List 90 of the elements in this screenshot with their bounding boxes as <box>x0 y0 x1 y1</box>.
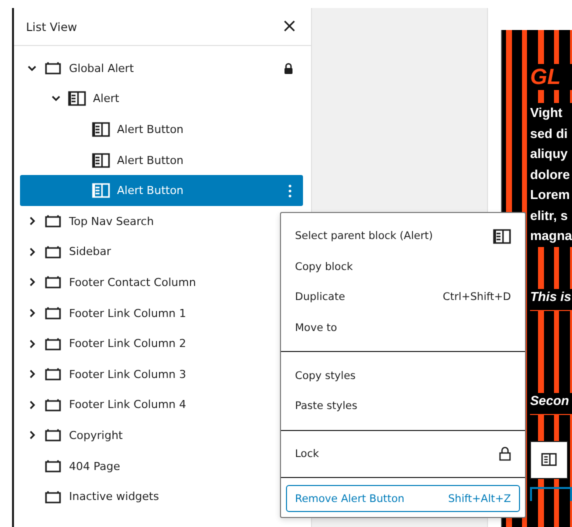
list-item[interactable]: Top Nav Search <box>20 206 162 237</box>
menu-item[interactable]: Paste styles <box>286 390 520 422</box>
menu-label: Lock <box>295 448 319 460</box>
more-options-icon[interactable] <box>288 184 292 198</box>
menu-item[interactable]: Move to <box>286 312 520 344</box>
chevron-right-icon[interactable] <box>28 308 36 318</box>
block-name: Footer Link Column 4 <box>69 398 186 412</box>
chevron-down-icon[interactable] <box>51 95 61 102</box>
block-name: Footer Link Column 3 <box>69 368 186 381</box>
columns-block-icon <box>92 122 110 137</box>
group-block-icon <box>44 336 62 351</box>
group-block-icon <box>44 275 62 290</box>
list-item[interactable]: Footer Link Column 3 <box>20 358 194 390</box>
group-block-icon <box>44 306 62 320</box>
list-item[interactable]: Sidebar <box>20 236 120 268</box>
columns-block-icon <box>92 152 110 168</box>
list-item[interactable]: Footer Link Column 1 <box>20 298 194 328</box>
chevron-right-icon[interactable] <box>28 400 36 410</box>
chevron-down-icon[interactable] <box>27 64 37 72</box>
chevron-right-icon[interactable] <box>28 246 36 257</box>
block-name: 404 Page <box>69 460 120 473</box>
columns-block-icon <box>92 183 110 198</box>
block-name: Footer Link Column 1 <box>69 306 186 320</box>
selected-block-outline <box>530 486 572 500</box>
group-block-icon <box>44 367 62 382</box>
chevron-right-icon[interactable] <box>28 216 36 226</box>
group-block-icon <box>44 459 62 474</box>
columns-block-icon <box>493 228 511 244</box>
shortcut-hint: Shift+Alt+Z <box>448 492 511 505</box>
list-item[interactable]: Footer Link Column 2 <box>20 328 194 359</box>
block-name: Alert Button <box>117 184 185 198</box>
block-name: Alert Button <box>117 122 184 136</box>
group-block-icon <box>44 490 62 504</box>
group-block-icon <box>44 214 62 228</box>
block-name: Global Alert <box>69 62 135 75</box>
list-item[interactable]: Copyright <box>20 420 131 451</box>
menu-item[interactable]: Duplicate Ctrl+Shift+D <box>286 282 520 313</box>
menu-item[interactable]: Lock <box>286 438 520 470</box>
group-block-icon <box>44 61 62 76</box>
block-name: Copyright <box>69 428 123 442</box>
list-item[interactable]: Footer Link Column 4 <box>20 390 194 420</box>
list-item[interactable]: Footer Contact Column <box>20 267 204 298</box>
menu-item[interactable]: Copy styles <box>286 360 520 391</box>
chevron-right-icon[interactable] <box>28 430 36 440</box>
close-button[interactable]: × <box>280 17 300 36</box>
menu-label: Select parent block (Alert) <box>295 230 433 242</box>
list-item[interactable]: Alert <box>20 84 128 114</box>
list-item[interactable]: Alert Button <box>20 175 304 206</box>
lock-icon <box>499 446 511 462</box>
menu-item[interactable]: Select parent block (Alert) <box>286 221 520 252</box>
list-item[interactable]: Global Alert <box>20 53 304 84</box>
block-name: Footer Contact Column <box>69 276 196 289</box>
list-item[interactable]: Alert Button <box>20 144 192 176</box>
chevron-right-icon[interactable] <box>28 338 36 349</box>
list-item[interactable]: 404 Page <box>20 450 128 482</box>
columns-block-icon <box>68 91 86 106</box>
panel-title: List View <box>26 20 78 34</box>
preview-text: aliquy <box>530 145 569 163</box>
shortcut-hint: Ctrl+Shift+D <box>442 291 511 304</box>
preview-text: Vight <box>530 104 564 122</box>
menu-label: Paste styles <box>295 400 358 412</box>
preview-subheading: Secon <box>530 392 572 414</box>
block-name: Alert <box>93 92 120 106</box>
preview-text: dolore <box>530 166 571 184</box>
group-block-icon <box>44 244 62 259</box>
block-name: Inactive widgets <box>69 490 159 504</box>
preview-heading: GL <box>530 64 572 90</box>
preview-text: Lorem <box>530 186 571 204</box>
block-name: Sidebar <box>69 245 112 258</box>
block-name: Footer Link Column 2 <box>69 337 186 350</box>
preview-text: sed di <box>530 124 569 142</box>
menu-label: Duplicate <box>295 291 346 304</box>
preview-text: elitr, s <box>530 206 569 224</box>
preview-subheading: This is <box>530 288 572 310</box>
chevron-right-icon[interactable] <box>28 369 36 380</box>
columns-block-icon[interactable] <box>541 453 558 466</box>
group-block-icon <box>44 398 62 412</box>
menu-item[interactable]: Remove Alert Button Shift+Alt+Z <box>286 485 520 512</box>
preview-text: magna <box>530 227 572 245</box>
menu-label: Remove Alert Button <box>295 492 404 505</box>
chevron-right-icon[interactable] <box>28 277 36 288</box>
menu-label: Copy styles <box>295 370 356 382</box>
group-block-icon <box>44 428 62 442</box>
menu-label: Move to <box>295 322 338 334</box>
block-name: Top Nav Search <box>69 214 154 228</box>
menu-item[interactable]: Copy block <box>286 252 520 282</box>
menu-label: Copy block <box>295 260 353 273</box>
block-name: Alert Button <box>117 154 184 167</box>
list-item[interactable]: Inactive widgets <box>20 481 167 512</box>
list-item[interactable]: Alert Button <box>20 114 192 145</box>
